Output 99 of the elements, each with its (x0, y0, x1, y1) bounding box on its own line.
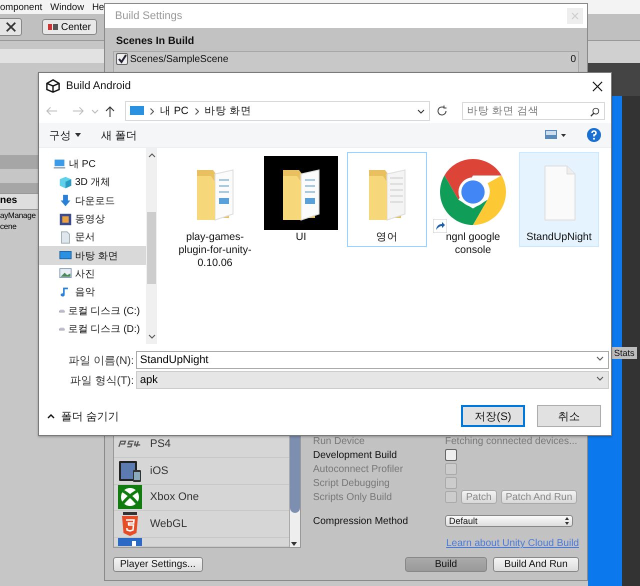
hide-folders-button[interactable]: 폴더 숨기기 (47, 408, 120, 424)
chevron-down-icon[interactable] (596, 356, 604, 361)
field-label: 파일 이름(N): (68, 354, 135, 368)
cube-icon (59, 176, 72, 189)
pivot-button[interactable]: Center (42, 19, 98, 35)
monitor-icon (130, 106, 144, 116)
shortcut-arrow-icon (433, 218, 447, 232)
nav-item[interactable]: 동영상 (39, 210, 146, 228)
folder-icon (264, 156, 338, 230)
platform-name: iOS (150, 464, 168, 477)
nav-item[interactable]: 다운로드 (39, 192, 146, 210)
chevron-up-icon (47, 414, 55, 418)
nav-item[interactable]: 내 PC (39, 155, 146, 174)
crossed-tools-icon (4, 21, 16, 33)
chevron-right-icon[interactable] (194, 108, 199, 114)
option-label: Autoconnect Profiler (313, 464, 404, 474)
platform-item[interactable] (114, 538, 289, 547)
monitor-icon (53, 158, 66, 171)
film-icon (59, 212, 72, 226)
cancel-button[interactable]: 취소 (537, 405, 601, 427)
view-options-icon[interactable] (545, 130, 567, 140)
file-name-field[interactable]: StandUpNight (136, 351, 609, 369)
scroll-down-icon[interactable] (290, 541, 298, 547)
address-bar[interactable]: 내 PC 바탕 화면 (125, 101, 430, 121)
file-item[interactable]: play-games-plugin-for-unity-0.10.06 (175, 152, 255, 273)
document-icon (59, 230, 72, 244)
platform-name: PS4 (150, 438, 171, 450)
scroll-down-icon[interactable] (148, 334, 156, 339)
toolbar-button[interactable]: 구성 (49, 128, 81, 142)
build-and-run-button[interactable]: Build And Run (493, 557, 579, 572)
platform-name: WebGL (150, 518, 188, 530)
file-type-dropdown[interactable]: apk (136, 371, 609, 389)
up-arrow-icon[interactable] (105, 105, 115, 117)
build-button[interactable]: Build (405, 557, 487, 572)
ps4-logo-icon (118, 440, 142, 448)
option-label: Run Device (313, 436, 366, 446)
tablet-phone-icon (118, 458, 142, 483)
file-item[interactable]: UI (261, 152, 341, 247)
tools-button[interactable] (0, 18, 22, 36)
file-item[interactable]: StandUpNight (519, 152, 599, 247)
device-status: Fetching connected devices... (445, 436, 578, 446)
menu-item[interactable]: omponent (0, 2, 42, 12)
pivot-icon (48, 24, 58, 30)
nav-item[interactable]: 로컬 디스크 (C:) (39, 301, 146, 320)
hierarchy-item[interactable]: ayManage (0, 210, 38, 221)
chevron-down-icon[interactable] (596, 376, 604, 381)
nav-item[interactable]: 문서 (39, 228, 146, 246)
menu-item[interactable]: Window (50, 2, 84, 12)
file-item[interactable]: 영어 (347, 152, 427, 247)
tricolor-ring-icon (439, 158, 507, 226)
nav-item[interactable]: 음악 (39, 283, 146, 302)
file-item[interactable]: ngnl google console (433, 152, 513, 260)
platform-icon (118, 538, 142, 546)
platform-item[interactable]: iOS (114, 458, 289, 484)
field-label: 파일 형식(T): (68, 374, 135, 388)
help-icon[interactable] (587, 128, 601, 142)
refresh-icon[interactable] (436, 105, 448, 117)
option-label: Scripts Only Build (313, 492, 393, 502)
breadcrumb[interactable]: 내 PC (160, 104, 189, 118)
scroll-up-icon[interactable] (148, 153, 156, 158)
option-label: Script Debugging (313, 478, 391, 488)
platform-name: Xbox One (150, 491, 199, 504)
compression-dropdown[interactable]: Default (445, 515, 573, 527)
scene-index: 0 (570, 54, 576, 64)
search-icon[interactable] (590, 107, 600, 117)
platform-item[interactable]: WebGL (114, 511, 289, 538)
checkbox[interactable] (445, 449, 457, 461)
scrollbar[interactable] (146, 148, 157, 344)
xbox-logo-icon (118, 485, 142, 510)
up-down-arrows-icon (565, 517, 569, 525)
nav-item[interactable]: 바탕 화면 (39, 246, 146, 265)
chevron-right-icon[interactable] (150, 108, 154, 114)
save-button[interactable]: 저장(S) (461, 405, 525, 427)
window-title: Build Android (66, 80, 132, 92)
section-header: Scenes In Build (115, 34, 196, 49)
player-settings-button[interactable]: Player Settings... (113, 557, 203, 572)
platform-item[interactable]: Xbox One (114, 484, 289, 512)
picture-icon (59, 267, 72, 280)
stats-button[interactable]: Stats (612, 347, 637, 359)
scene-name[interactable]: Scenes/SampleScene (130, 54, 568, 64)
down-arrow-icon (59, 194, 72, 208)
hierarchy-item[interactable]: cene (0, 221, 38, 232)
window-title: Build Settings (115, 10, 182, 22)
toolbar-button[interactable]: 새 폴더 (101, 128, 138, 142)
panel-bar (588, 41, 640, 63)
option-label: Compression Method (313, 516, 410, 526)
hierarchy-header: nes (0, 193, 38, 210)
cube-logo-icon (46, 79, 60, 93)
checkbox[interactable] (116, 53, 128, 65)
nav-item[interactable]: 3D 개체 (39, 173, 146, 192)
chevron-down-icon[interactable] (417, 108, 425, 114)
nav-item[interactable]: 사진 (39, 264, 146, 284)
close-icon[interactable] (592, 80, 603, 92)
option-label: Development Build (313, 450, 398, 460)
search-field[interactable]: 바탕 화면 검색 (462, 102, 605, 120)
menu-item[interactable]: He (92, 2, 104, 12)
breadcrumb[interactable]: 바탕 화면 (204, 104, 252, 118)
caret-icon (75, 133, 81, 137)
nav-item[interactable]: 로컬 디스크 (D:) (39, 320, 146, 338)
